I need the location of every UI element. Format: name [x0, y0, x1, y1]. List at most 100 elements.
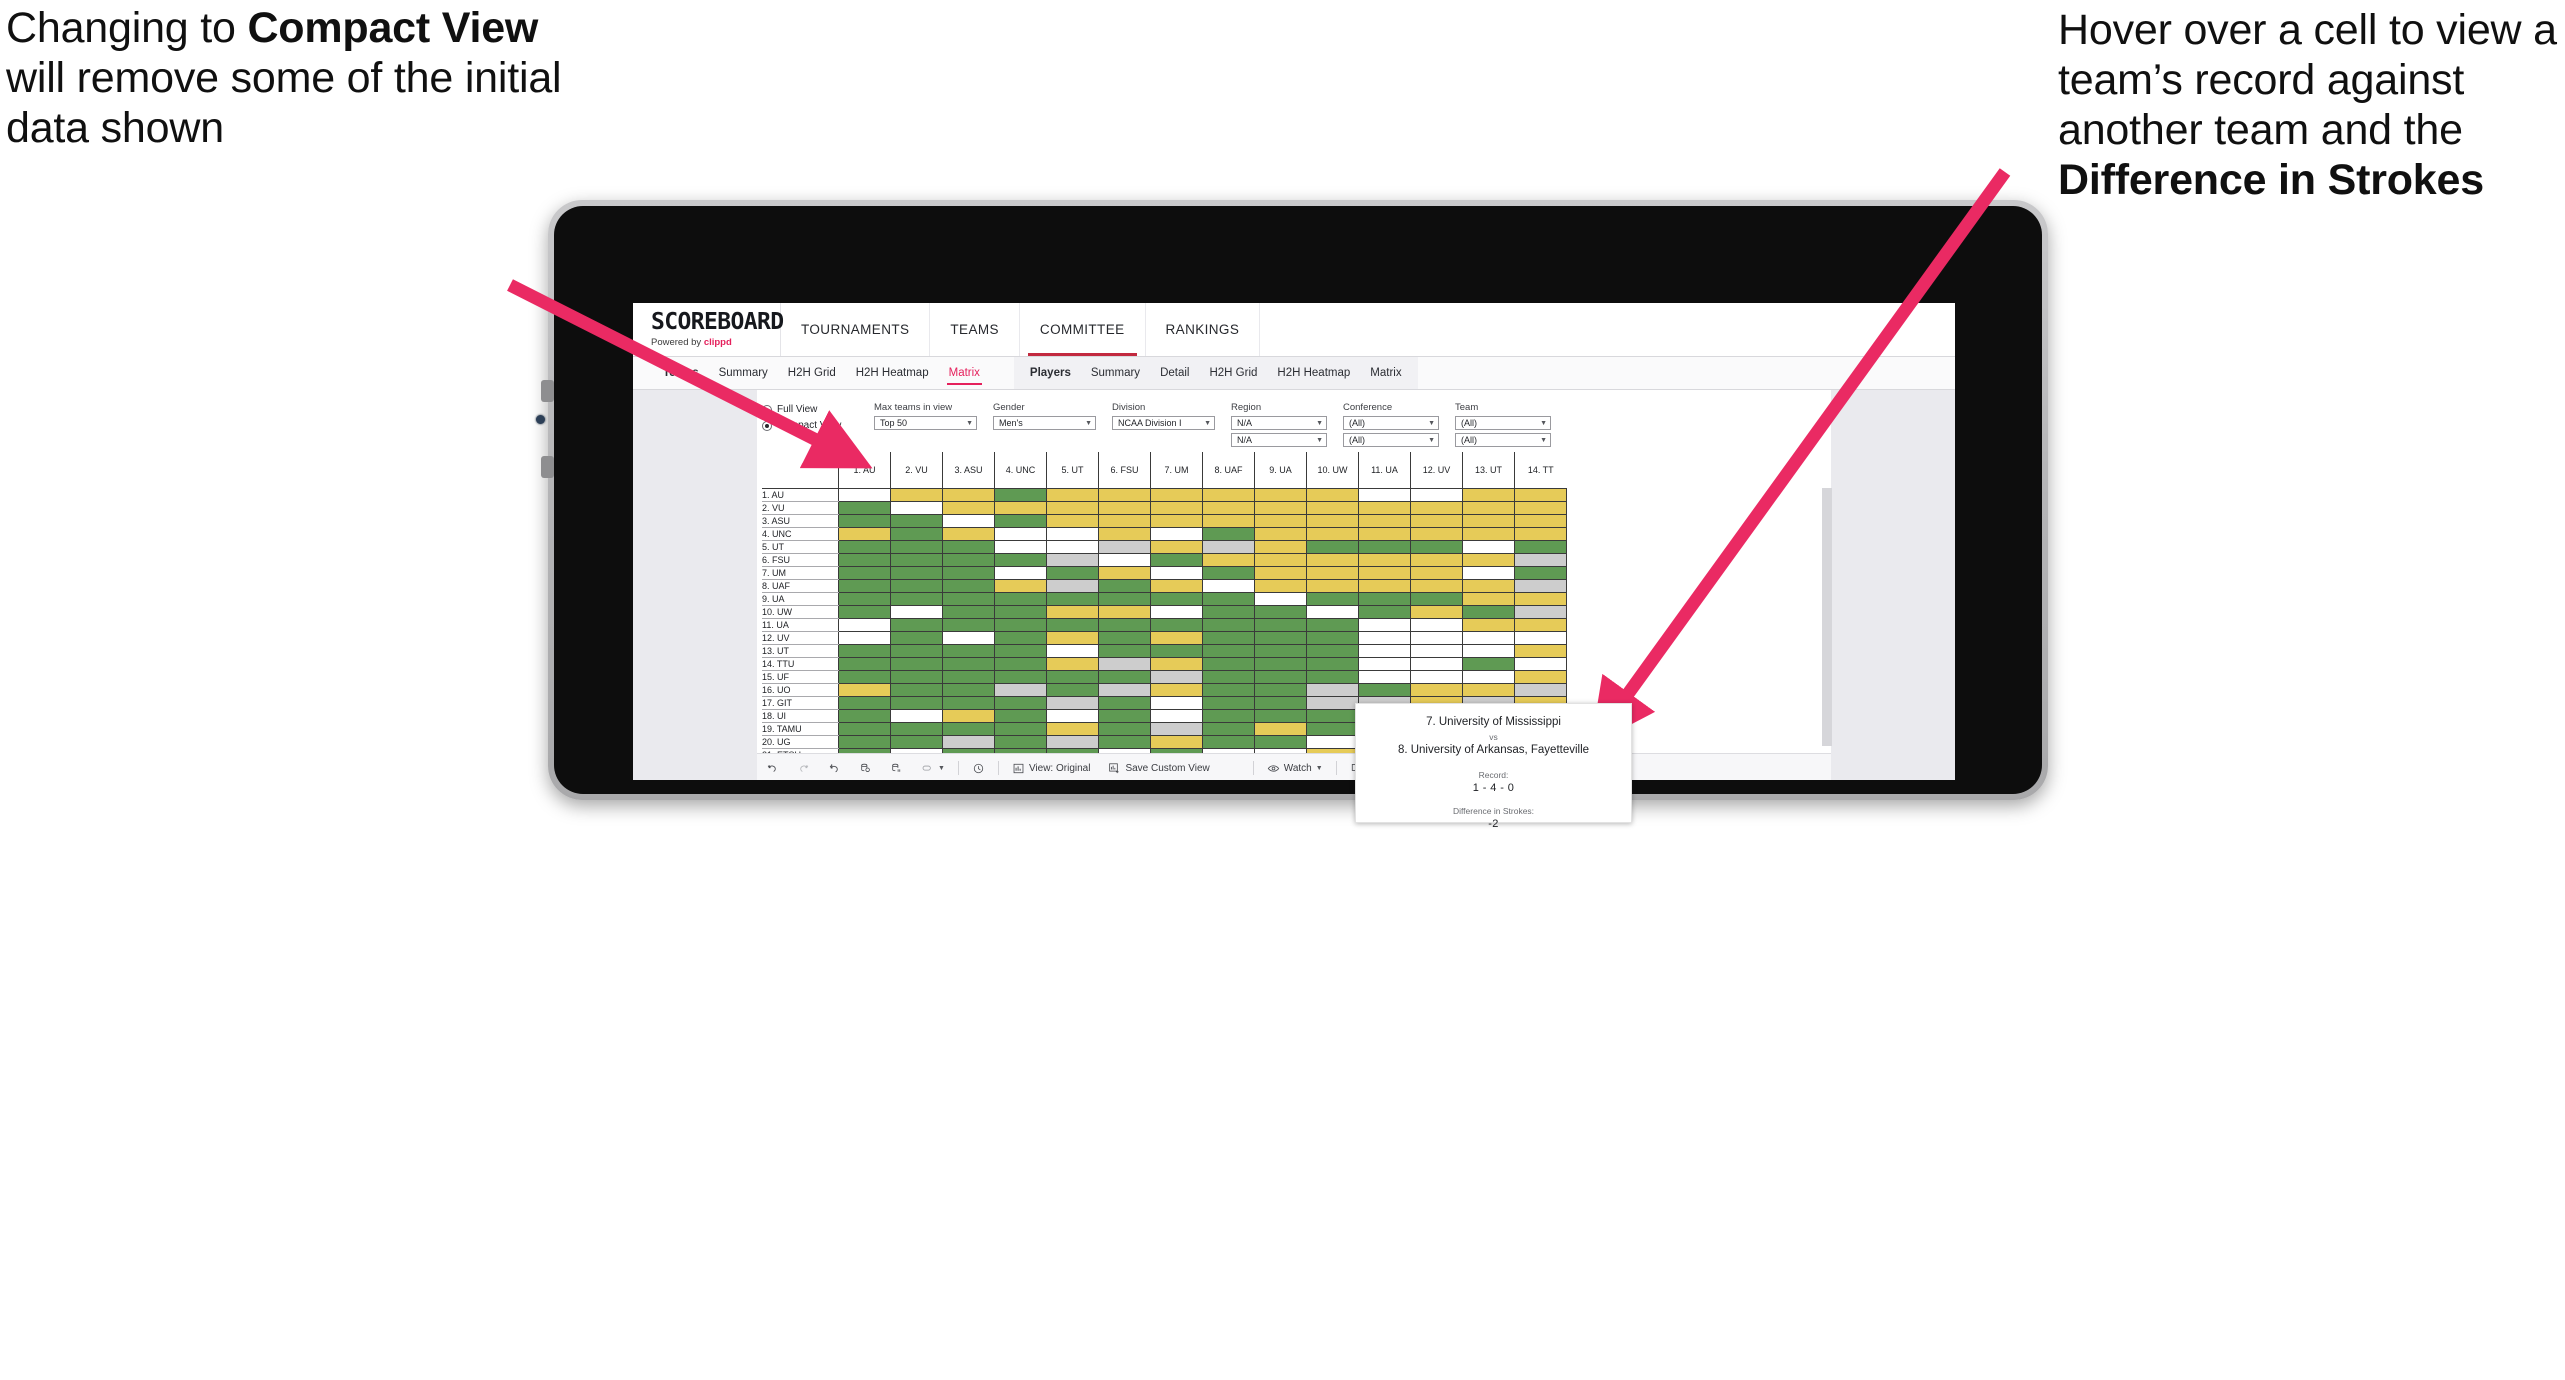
subnav-players-h2h-heatmap[interactable]: H2H Heatmap: [1267, 357, 1360, 389]
matrix-row-header[interactable]: 1. AU: [762, 488, 839, 502]
matrix-cell[interactable]: [942, 644, 995, 658]
matrix-cell[interactable]: [994, 592, 1047, 606]
matrix-cell[interactable]: [1098, 696, 1151, 710]
matrix-cell[interactable]: [1306, 592, 1359, 606]
view-original-button[interactable]: View: Original: [1003, 762, 1100, 775]
matrix-cell[interactable]: [1462, 618, 1515, 632]
matrix-cell[interactable]: [994, 527, 1047, 541]
filter-team-select-2[interactable]: (All) ▼: [1455, 433, 1551, 447]
matrix-cell[interactable]: [994, 631, 1047, 645]
matrix-cell[interactable]: [1150, 618, 1203, 632]
radio-full-view[interactable]: Full View: [762, 404, 858, 415]
matrix-cell[interactable]: [1410, 553, 1463, 567]
matrix-cell[interactable]: [1358, 540, 1411, 554]
matrix-cell[interactable]: [942, 631, 995, 645]
matrix-row-header[interactable]: 13. UT: [762, 644, 839, 658]
matrix-cell[interactable]: [942, 618, 995, 632]
matrix-cell[interactable]: [1306, 579, 1359, 593]
matrix-cell[interactable]: [942, 566, 995, 580]
matrix-col-header[interactable]: 4. UNC: [994, 452, 1047, 489]
matrix-cell[interactable]: [1202, 592, 1255, 606]
matrix-row-header[interactable]: 14. TTU: [762, 657, 839, 671]
matrix-cell[interactable]: [1358, 618, 1411, 632]
matrix-cell[interactable]: [1306, 605, 1359, 619]
matrix-cell[interactable]: [1410, 644, 1463, 658]
matrix-cell[interactable]: [1202, 553, 1255, 567]
matrix-cell[interactable]: [838, 592, 891, 606]
filter-division-select[interactable]: NCAA Division I ▼: [1112, 416, 1215, 430]
matrix-cell[interactable]: [942, 501, 995, 515]
matrix-cell[interactable]: [1202, 670, 1255, 684]
matrix-cell[interactable]: [1410, 657, 1463, 671]
matrix-cell[interactable]: [1202, 488, 1255, 502]
matrix-cell[interactable]: [1202, 735, 1255, 749]
matrix-cell[interactable]: [838, 566, 891, 580]
matrix-cell[interactable]: [1462, 644, 1515, 658]
matrix-cell[interactable]: [1306, 644, 1359, 658]
matrix-cell[interactable]: [1098, 527, 1151, 541]
matrix-cell[interactable]: [942, 514, 995, 528]
matrix-row-header[interactable]: 4. UNC: [762, 527, 839, 541]
matrix-cell[interactable]: [1306, 553, 1359, 567]
matrix-cell[interactable]: [890, 709, 943, 723]
matrix-cell[interactable]: [1358, 514, 1411, 528]
matrix-cell[interactable]: [1150, 644, 1203, 658]
matrix-cell[interactable]: [1202, 657, 1255, 671]
matrix-col-header[interactable]: 5. UT: [1046, 452, 1099, 489]
radio-compact-view[interactable]: Compact View: [762, 420, 858, 431]
matrix-cell[interactable]: [1098, 644, 1151, 658]
matrix-cell[interactable]: [1514, 514, 1567, 528]
matrix-cell[interactable]: [1462, 566, 1515, 580]
matrix-cell[interactable]: [1150, 722, 1203, 736]
filter-max-teams-select[interactable]: Top 50 ▼: [874, 416, 977, 430]
matrix-cell[interactable]: [994, 605, 1047, 619]
matrix-cell[interactable]: [1098, 514, 1151, 528]
matrix-cell[interactable]: [1462, 670, 1515, 684]
matrix-cell[interactable]: [1462, 592, 1515, 606]
filter-gender-select[interactable]: Men's ▼: [993, 416, 1096, 430]
chevron-down-icon[interactable]: ▼: [1540, 437, 1547, 444]
filter-team-select-1[interactable]: (All) ▼: [1455, 416, 1551, 430]
matrix-cell[interactable]: [942, 735, 995, 749]
matrix-cell[interactable]: [1306, 631, 1359, 645]
matrix-cell[interactable]: [1410, 540, 1463, 554]
matrix-cell[interactable]: [1098, 488, 1151, 502]
matrix-row-header[interactable]: 19. TAMU: [762, 722, 839, 736]
matrix-vertical-scrollbar[interactable]: [1822, 488, 1832, 746]
radio-compact-view-icon[interactable]: [762, 420, 772, 431]
matrix-cell[interactable]: [1306, 488, 1359, 502]
tablet-volume-button[interactable]: [541, 456, 554, 478]
h2h-matrix[interactable]: 1. AU 2. VU 3. ASU 4. UNC 5. UT 6. FSU 7. UM 8.…: [762, 452, 1832, 780]
matrix-cell[interactable]: [1254, 553, 1307, 567]
matrix-row-header[interactable]: 9. UA: [762, 592, 839, 606]
chevron-down-icon[interactable]: ▼: [1316, 420, 1323, 427]
matrix-cell[interactable]: [1462, 540, 1515, 554]
matrix-cell[interactable]: [890, 683, 943, 697]
matrix-cell[interactable]: [1306, 514, 1359, 528]
matrix-cell[interactable]: [1462, 605, 1515, 619]
matrix-cell[interactable]: [1150, 553, 1203, 567]
matrix-cell[interactable]: [1046, 579, 1099, 593]
matrix-cell[interactable]: [994, 488, 1047, 502]
matrix-cell[interactable]: [1098, 657, 1151, 671]
matrix-cell[interactable]: [1462, 514, 1515, 528]
matrix-cell[interactable]: [890, 501, 943, 515]
matrix-col-header[interactable]: 1. AU: [838, 452, 891, 489]
matrix-cell[interactable]: [838, 670, 891, 684]
matrix-col-header[interactable]: 2. VU: [890, 452, 943, 489]
matrix-cell[interactable]: [1358, 553, 1411, 567]
matrix-cell[interactable]: [994, 618, 1047, 632]
matrix-col-header[interactable]: 7. UM: [1150, 452, 1203, 489]
matrix-cell[interactable]: [1254, 488, 1307, 502]
matrix-cell[interactable]: [1098, 553, 1151, 567]
matrix-row-header[interactable]: 15. UF: [762, 670, 839, 684]
pause-data-button[interactable]: [881, 762, 912, 775]
matrix-col-header[interactable]: 10. UW: [1306, 452, 1359, 489]
matrix-cell[interactable]: [1046, 527, 1099, 541]
matrix-cell[interactable]: [1150, 592, 1203, 606]
matrix-cell[interactable]: [1098, 605, 1151, 619]
subnav-players-summary[interactable]: Summary: [1081, 357, 1150, 389]
matrix-cell[interactable]: [1358, 527, 1411, 541]
nav-item-tournaments[interactable]: TOURNAMENTS: [781, 303, 931, 356]
filter-region-select-2[interactable]: N/A ▼: [1231, 433, 1327, 447]
